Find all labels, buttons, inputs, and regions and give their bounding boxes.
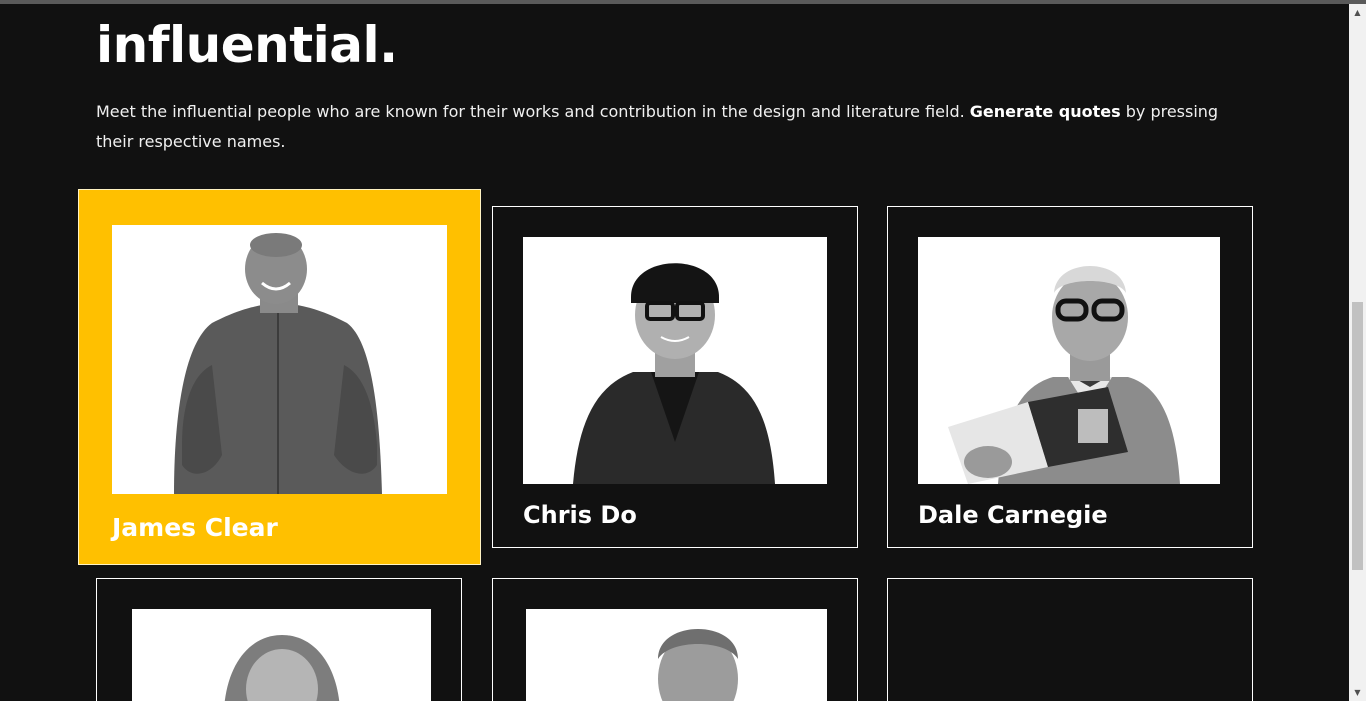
intro-text-start: Meet the influential people who are know… (96, 102, 970, 121)
person-card[interactable] (96, 578, 462, 701)
person-name[interactable]: Dale Carnegie (918, 501, 1252, 529)
person-silhouette (132, 609, 431, 701)
person-card-james-clear[interactable]: James Clear (78, 189, 481, 565)
triangle-down-icon[interactable]: ▼ (1349, 684, 1366, 701)
person-name[interactable]: Chris Do (523, 501, 857, 529)
intro-highlight: Generate quotes (969, 102, 1121, 121)
person-photo (918, 237, 1220, 484)
scrollbar-thumb[interactable] (1352, 302, 1363, 570)
person-name[interactable]: James Clear (112, 513, 480, 542)
person-card[interactable] (492, 578, 858, 701)
person-silhouette (526, 609, 827, 701)
person-photo (526, 609, 827, 701)
person-card-empty[interactable] (887, 578, 1253, 701)
person-silhouette (918, 237, 1220, 484)
person-silhouette (112, 225, 447, 494)
person-silhouette (523, 237, 827, 484)
page-title: influential. (96, 16, 398, 74)
person-card-chris-do[interactable]: Chris Do (492, 206, 858, 548)
person-photo (112, 225, 447, 494)
vertical-scrollbar[interactable]: ▲ ▼ (1349, 4, 1366, 701)
page-content: influential. Meet the influential people… (0, 4, 1349, 701)
intro-paragraph: Meet the influential people who are know… (96, 97, 1246, 157)
person-photo (132, 609, 431, 701)
person-photo (523, 237, 827, 484)
triangle-up-icon[interactable]: ▲ (1349, 4, 1366, 21)
person-card-dale-carnegie[interactable]: Dale Carnegie (887, 206, 1253, 548)
